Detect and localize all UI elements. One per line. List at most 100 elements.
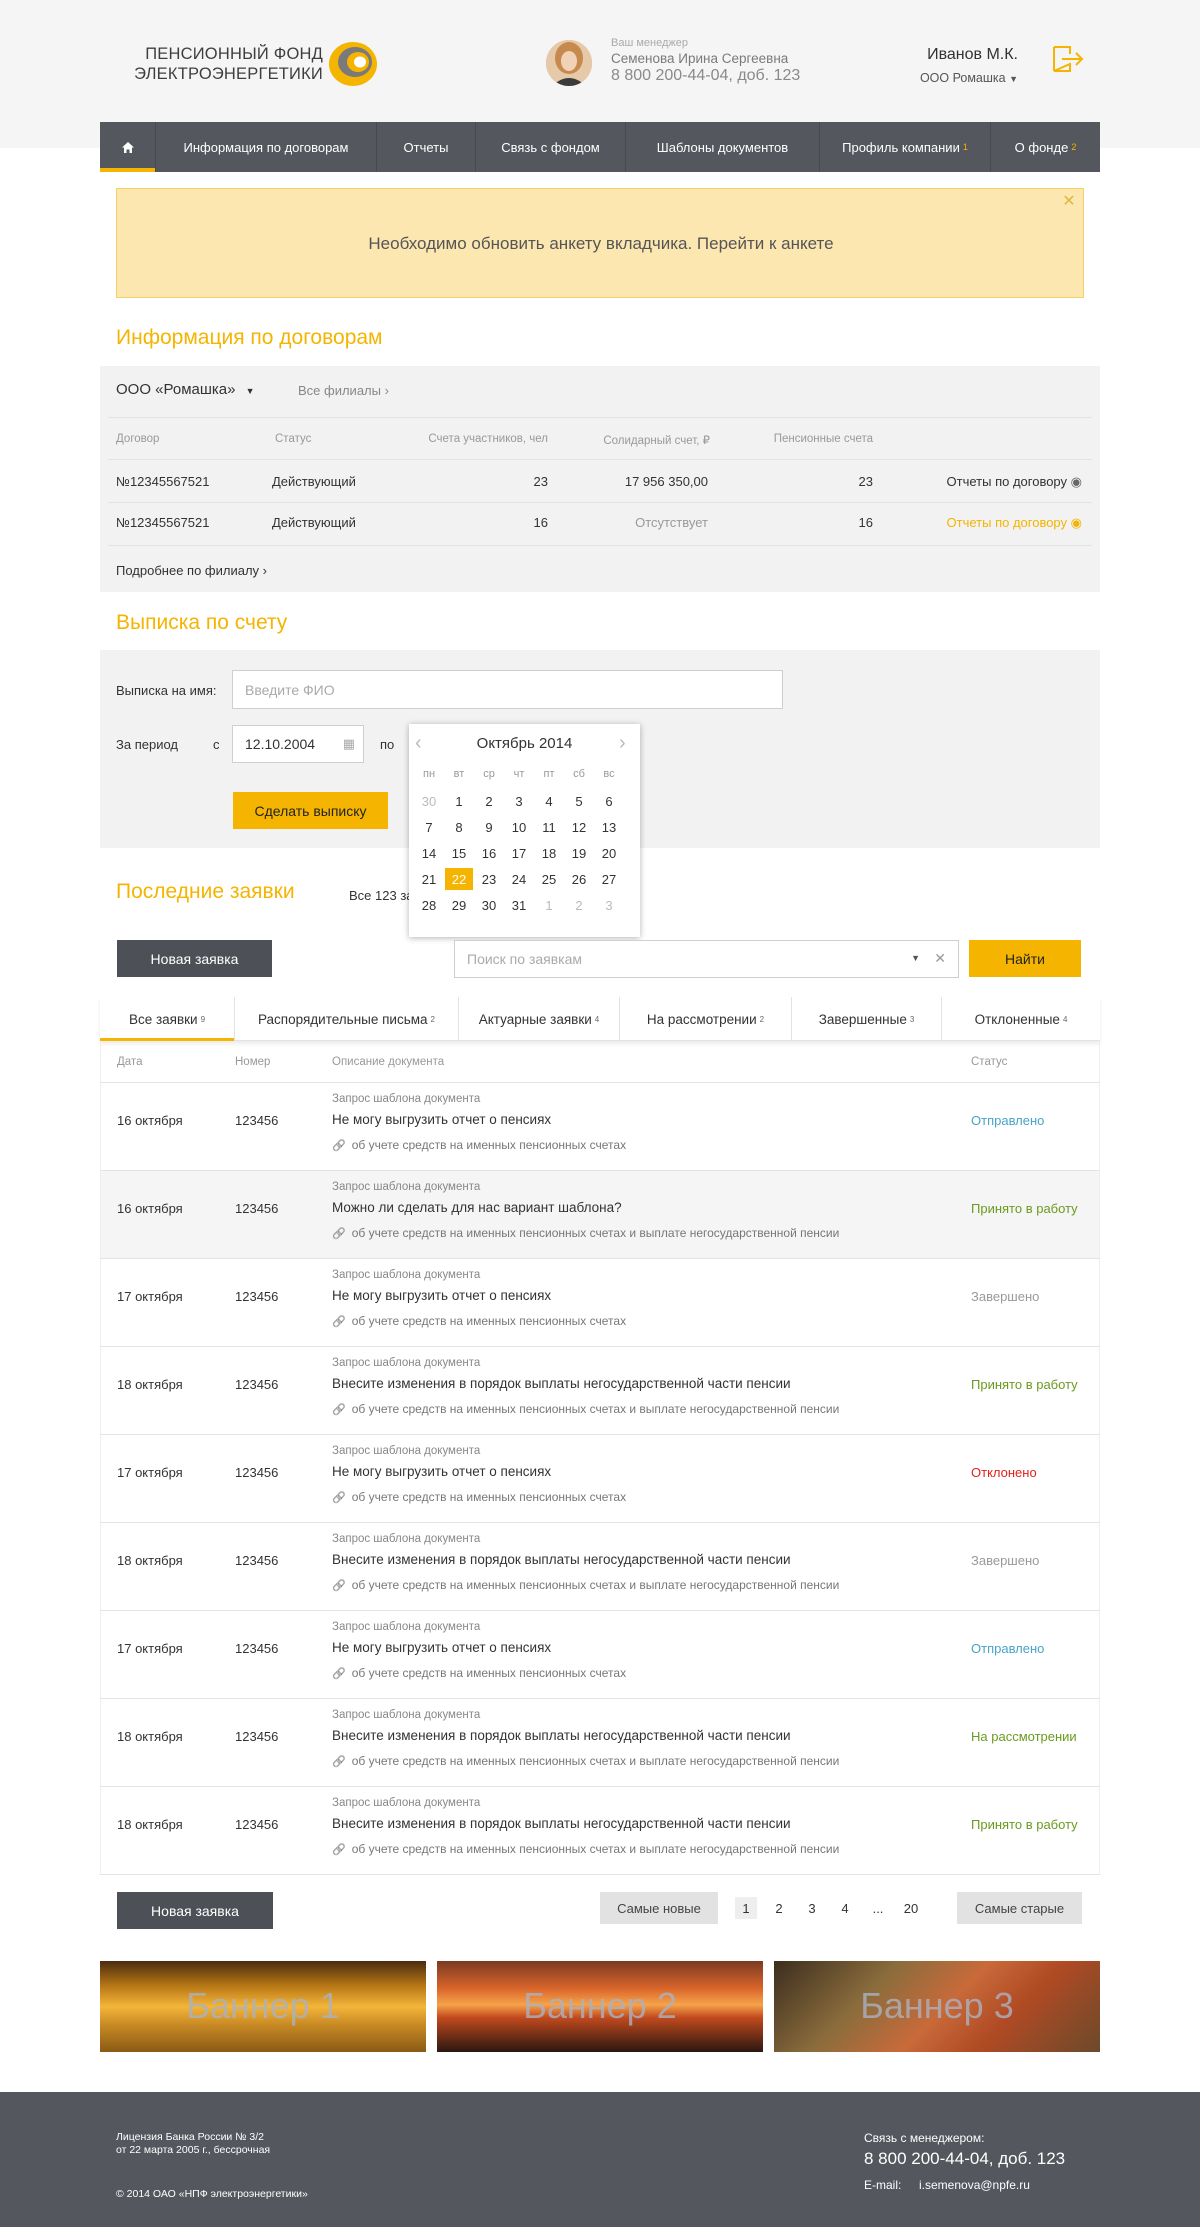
request-attachment[interactable]: 🔗 об учете средств на именных пенсионных …	[332, 1314, 626, 1328]
calendar-day[interactable]: 20	[595, 842, 623, 864]
nav-home[interactable]	[100, 122, 156, 172]
calendar-day[interactable]: 2	[475, 790, 503, 812]
request-attachment[interactable]: 🔗 об учете средств на именных пенсионных …	[332, 1754, 839, 1768]
calendar-day[interactable]: 28	[415, 894, 443, 916]
find-button[interactable]: Найти	[969, 940, 1081, 977]
calendar-day[interactable]: 25	[535, 868, 563, 890]
calendar-day[interactable]: 9	[475, 816, 503, 838]
request-row[interactable]: 18 октября 123456 Запрос шаблона документа…	[100, 1347, 1100, 1435]
footer-email[interactable]: i.semenova@npfe.ru	[919, 2178, 1030, 2192]
tab-all[interactable]: Все заявки 9	[100, 997, 235, 1041]
nav-templates[interactable]: Шаблоны документов	[626, 122, 820, 172]
org-select[interactable]: ООО «Ромашка» ▼	[116, 381, 255, 398]
page-link[interactable]: 4	[834, 1897, 856, 1919]
request-row[interactable]: 17 октября 123456 Запрос шаблона документа…	[100, 1259, 1100, 1347]
nav-reports[interactable]: Отчеты	[377, 122, 476, 172]
request-description[interactable]: Внесите изменения в порядок выплаты него…	[332, 1816, 791, 1831]
contract-reports-link[interactable]: Отчеты по договору ◉	[900, 515, 1082, 531]
request-attachment[interactable]: 🔗 об учете средств на именных пенсионных …	[332, 1226, 839, 1240]
calendar-day[interactable]: 31	[505, 894, 533, 916]
request-description[interactable]: Внесите изменения в порядок выплаты него…	[332, 1728, 791, 1743]
page-link[interactable]: 2	[768, 1897, 790, 1919]
page-link[interactable]: 20	[900, 1897, 922, 1919]
logout-icon[interactable]	[1052, 44, 1084, 74]
tab-completed[interactable]: Завершенные 3	[792, 997, 942, 1041]
request-attachment[interactable]: 🔗 об учете средств на именных пенсионных …	[332, 1666, 626, 1680]
request-description[interactable]: Не могу выгрузить отчет о пенсиях	[332, 1640, 551, 1655]
tab-orders[interactable]: Распорядительные письма 2	[235, 997, 459, 1041]
request-row[interactable]: 16 октября 123456 Запрос шаблона документа…	[100, 1083, 1100, 1171]
calendar-day[interactable]: 3	[505, 790, 533, 812]
user-org-dropdown[interactable]: ООО Ромашка ▼	[880, 71, 1018, 85]
calendar-day[interactable]: 29	[445, 894, 473, 916]
branch-details-link[interactable]: Подробнее по филиалу ›	[116, 563, 267, 578]
request-description[interactable]: Не могу выгрузить отчет о пенсиях	[332, 1288, 551, 1303]
calendar-day[interactable]: 5	[565, 790, 593, 812]
all-branches-link[interactable]: Все филиалы ›	[298, 383, 389, 398]
calendar-day[interactable]: 13	[595, 816, 623, 838]
request-row[interactable]: 17 октября 123456 Запрос шаблона документа…	[100, 1435, 1100, 1523]
contract-reports-link[interactable]: Отчеты по договору ◉	[900, 474, 1082, 490]
request-search-input[interactable]: Поиск по заявкам ▼ ✕	[454, 940, 959, 978]
calendar-day[interactable]: 1	[445, 790, 473, 812]
request-attachment[interactable]: 🔗 об учете средств на именных пенсионных …	[332, 1842, 839, 1856]
calendar-day[interactable]: 30	[475, 894, 503, 916]
calendar-day[interactable]: 12	[565, 816, 593, 838]
request-description[interactable]: Внесите изменения в порядок выплаты него…	[332, 1376, 791, 1391]
calendar-day[interactable]: 21	[415, 868, 443, 890]
all-requests-link[interactable]: Все 123 за	[349, 888, 414, 903]
calendar-day[interactable]: 2	[565, 894, 593, 916]
calendar-day[interactable]: 22	[445, 868, 473, 890]
tab-review[interactable]: На рассмотрении 2	[620, 997, 792, 1041]
calendar-day[interactable]: 16	[475, 842, 503, 864]
newest-button[interactable]: Самые новые	[600, 1892, 718, 1924]
calendar-day[interactable]: 7	[415, 816, 443, 838]
request-row[interactable]: 16 октября 123456 Запрос шаблона документа…	[100, 1171, 1100, 1259]
calendar-day[interactable]: 17	[505, 842, 533, 864]
page-link[interactable]: 3	[801, 1897, 823, 1919]
new-request-button[interactable]: Новая заявка	[117, 940, 272, 977]
statement-name-input[interactable]: Введите ФИО	[232, 670, 783, 709]
request-row[interactable]: 18 октября 123456 Запрос шаблона документа…	[100, 1787, 1100, 1875]
calendar-day[interactable]: 11	[535, 816, 563, 838]
calendar-day[interactable]: 3	[595, 894, 623, 916]
logo-text[interactable]: ПЕНСИОННЫЙ ФОНД ЭЛЕКТРОЭНЕРГЕТИКИ	[117, 44, 323, 84]
footer-phone[interactable]: 8 800 200-44-04, доб. 123	[864, 2149, 1065, 2169]
nav-contracts[interactable]: Информация по договорам	[156, 122, 377, 172]
calendar-day[interactable]: 27	[595, 868, 623, 890]
calendar-day[interactable]: 10	[505, 816, 533, 838]
request-description[interactable]: Можно ли сделать для нас вариант шаблона…	[332, 1200, 622, 1215]
page-link[interactable]: 1	[735, 1897, 757, 1919]
calendar-day[interactable]: 26	[565, 868, 593, 890]
request-row[interactable]: 18 октября 123456 Запрос шаблона документа…	[100, 1523, 1100, 1611]
request-description[interactable]: Внесите изменения в порядок выплаты него…	[332, 1552, 791, 1567]
request-attachment[interactable]: 🔗 об учете средств на именных пенсионных …	[332, 1402, 839, 1416]
period-from-input[interactable]: 12.10.2004 ▦	[232, 725, 364, 763]
calendar-day[interactable]: 30	[415, 790, 443, 812]
oldest-button[interactable]: Самые старые	[957, 1892, 1082, 1924]
caret-down-icon[interactable]: ▼	[911, 953, 920, 963]
banner-3[interactable]: Баннер 3	[774, 1961, 1100, 2052]
alert-text[interactable]: Необходимо обновить анкету вкладчика. Пе…	[117, 234, 1085, 254]
request-attachment[interactable]: 🔗 об учете средств на именных пенсионных …	[332, 1490, 626, 1504]
logo-icon[interactable]	[327, 40, 379, 88]
calendar-day[interactable]: 14	[415, 842, 443, 864]
nav-contact-fund[interactable]: Связь с фондом	[476, 122, 626, 172]
tab-rejected[interactable]: Отклоненные 4	[942, 997, 1100, 1041]
banner-1[interactable]: Баннер 1	[100, 1961, 426, 2052]
tab-actuarial[interactable]: Актуарные заявки 4	[459, 997, 620, 1041]
calendar-day[interactable]: 4	[535, 790, 563, 812]
calendar-day[interactable]: 6	[595, 790, 623, 812]
calendar-day[interactable]: 23	[475, 868, 503, 890]
clear-icon[interactable]: ✕	[934, 950, 946, 967]
request-description[interactable]: Не могу выгрузить отчет о пенсиях	[332, 1112, 551, 1127]
calendar-day[interactable]: 19	[565, 842, 593, 864]
calendar-icon[interactable]: ▦	[343, 736, 355, 752]
calendar-day[interactable]: 18	[535, 842, 563, 864]
calendar-day[interactable]: 24	[505, 868, 533, 890]
close-icon[interactable]: ✕	[1061, 194, 1077, 210]
banner-2[interactable]: Баннер 2	[437, 1961, 763, 2052]
request-row[interactable]: 18 октября 123456 Запрос шаблона документа…	[100, 1699, 1100, 1787]
new-request-button-bottom[interactable]: Новая заявка	[117, 1892, 273, 1929]
calendar-day[interactable]: 15	[445, 842, 473, 864]
